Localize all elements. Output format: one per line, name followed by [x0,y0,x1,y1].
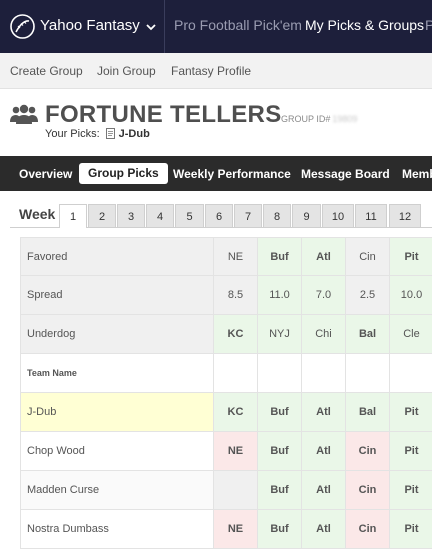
spread-value: 10.0 [390,276,432,315]
group-people-icon [10,104,38,124]
underdog-team: Chi [302,315,346,354]
spread-value: 11.0 [258,276,302,315]
team-pick: Cin [346,510,390,549]
team-pick: Buf [258,393,302,432]
week-tab-6[interactable]: 6 [205,204,233,228]
football-logo-icon[interactable] [10,14,35,39]
favored-team: Pit [390,237,432,276]
team-pick: NE [214,432,258,471]
week-tab-8[interactable]: 8 [263,204,291,228]
group-title: FORTUNE TELLERS [45,101,282,128]
create-group-link[interactable]: Create Group [10,64,83,78]
team-name-link[interactable]: Nostra Dumbass [20,510,214,549]
week-tab-10[interactable]: 10 [322,204,354,228]
spread-value: 8.5 [214,276,258,315]
team-pick: Pit [390,510,432,549]
header-empty-cell [214,354,258,393]
team-pick: Buf [258,471,302,510]
your-picks: Your Picks: J-Dub [45,128,150,140]
team-pick: Atl [302,471,346,510]
group-id-label: GROUP ID# [281,114,331,124]
chevron-down-icon[interactable] [146,22,156,32]
divider [164,0,165,53]
team-pick: Pit [390,393,432,432]
week-label: Week [19,206,56,222]
nav-pro-football-pickem[interactable]: Pro Football Pick'em [174,17,302,33]
underdog-team: NYJ [258,315,302,354]
spread-value: 2.5 [346,276,390,315]
favored-label: Favored [20,237,214,276]
week-tab-7[interactable]: 7 [234,204,262,228]
tab-overview[interactable]: Overview [19,167,72,181]
nav-truncated-link[interactable]: P [425,17,432,33]
favored-team: Cin [346,237,390,276]
your-picks-label: Your Picks: [45,128,100,140]
spread-label: Spread [20,276,214,315]
team-pick: Atl [302,432,346,471]
fantasy-profile-link[interactable]: Fantasy Profile [171,64,251,78]
team-pick [214,471,258,510]
brand-menu[interactable]: Yahoo Fantasy [40,17,140,34]
team-pick: Cin [346,471,390,510]
tab-weekly-performance[interactable]: Weekly Performance [173,167,291,181]
week-tab-2[interactable]: 2 [88,204,116,228]
header-empty-cell [302,354,346,393]
header-empty-cell [346,354,390,393]
underdog-team: KC [214,315,258,354]
group-id: GROUP ID# 19809 [281,114,357,124]
team-pick: Buf [258,432,302,471]
week-tab-12[interactable]: 12 [389,204,421,228]
team-pick: Cin [346,432,390,471]
favored-team: Atl [302,237,346,276]
team-name-link[interactable]: Madden Curse [20,471,214,510]
top-nav-bar: Yahoo Fantasy Pro Football Pick'em My Pi… [0,0,432,53]
team-pick: Pit [390,471,432,510]
team-pick: Atl [302,510,346,549]
team-name-header: Team Name [20,354,214,393]
team-pick: Bal [346,393,390,432]
header-empty-cell [390,354,432,393]
header-empty-cell [258,354,302,393]
team-pick: Pit [390,432,432,471]
week-tab-11[interactable]: 11 [355,204,387,228]
underdog-label: Underdog [20,315,214,354]
week-tab-3[interactable]: 3 [117,204,145,228]
tab-group-picks[interactable]: Group Picks [79,163,168,184]
favored-team: NE [214,237,258,276]
sub-nav-bar: Create Group Join Group Fantasy Profile [0,53,432,89]
your-picks-name[interactable]: J-Dub [119,128,150,140]
group-tab-bar: Overview Group Picks Weekly Performance … [0,156,432,191]
underdog-team: Bal [346,315,390,354]
favored-team: Buf [258,237,302,276]
team-pick: NE [214,510,258,549]
week-tab-4[interactable]: 4 [146,204,174,228]
spread-value: 7.0 [302,276,346,315]
document-icon[interactable] [105,128,115,139]
group-id-value: 19809 [332,114,358,124]
join-group-link[interactable]: Join Group [97,64,156,78]
team-pick: Buf [258,510,302,549]
team-name-link[interactable]: Chop Wood [20,432,214,471]
tab-members[interactable]: Memb [402,167,432,181]
nav-my-picks-groups[interactable]: My Picks & Groups [305,17,424,33]
week-tab-9[interactable]: 9 [292,204,321,228]
team-name-link[interactable]: J-Dub [20,393,214,432]
team-pick: KC [214,393,258,432]
underdog-team: Cle [390,315,432,354]
team-pick: Atl [302,393,346,432]
tab-message-board[interactable]: Message Board [301,167,390,181]
week-tab-1[interactable]: 1 [59,204,87,228]
week-tab-5[interactable]: 5 [175,204,204,228]
